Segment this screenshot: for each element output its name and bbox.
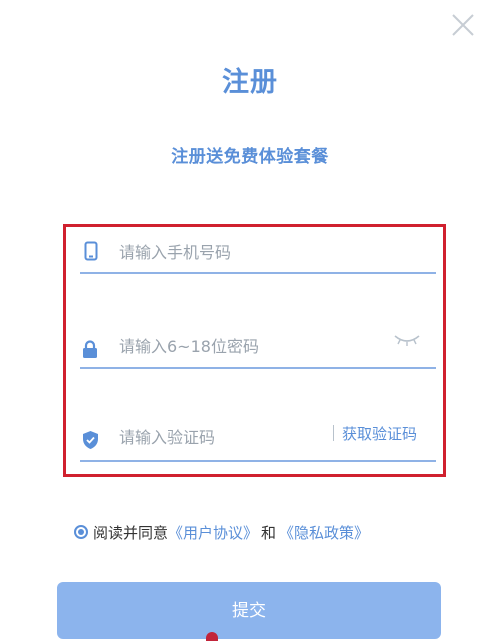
code-underline [80, 460, 436, 462]
submit-label: 提交 [232, 601, 266, 621]
agreement-radio[interactable] [74, 525, 88, 539]
agreement-prefix: 阅读并同意 [93, 523, 169, 542]
password-input[interactable] [119, 333, 384, 359]
phone-underline [80, 272, 436, 274]
phone-icon [84, 241, 98, 261]
cursor-marker [206, 632, 218, 641]
close-button[interactable] [449, 11, 477, 39]
lock-icon [83, 340, 97, 358]
dialog-subtitle: 注册送免费体验套餐 [171, 147, 329, 167]
agreement-connector: 和 [261, 523, 277, 542]
dialog-title: 注册 [222, 67, 278, 98]
submit-button[interactable]: 提交 [57, 582, 441, 639]
radio-selected-dot [78, 529, 84, 535]
privacy-policy-link[interactable]: 《隐私政策》 [279, 522, 369, 543]
password-visibility-toggle[interactable] [393, 330, 421, 350]
phone-input[interactable] [119, 239, 419, 265]
password-underline [80, 367, 436, 369]
verification-code-input[interactable] [119, 424, 319, 450]
code-separator [333, 425, 334, 441]
eye-closed-icon [394, 335, 420, 346]
close-icon [452, 14, 474, 36]
get-code-button[interactable]: 获取验证码 [342, 423, 417, 444]
shield-icon [83, 431, 98, 449]
agreement-row: 阅读并同意 《用户协议》 和 《隐私政策》 [74, 521, 369, 543]
user-agreement-link[interactable]: 《用户协议》 [168, 522, 258, 543]
